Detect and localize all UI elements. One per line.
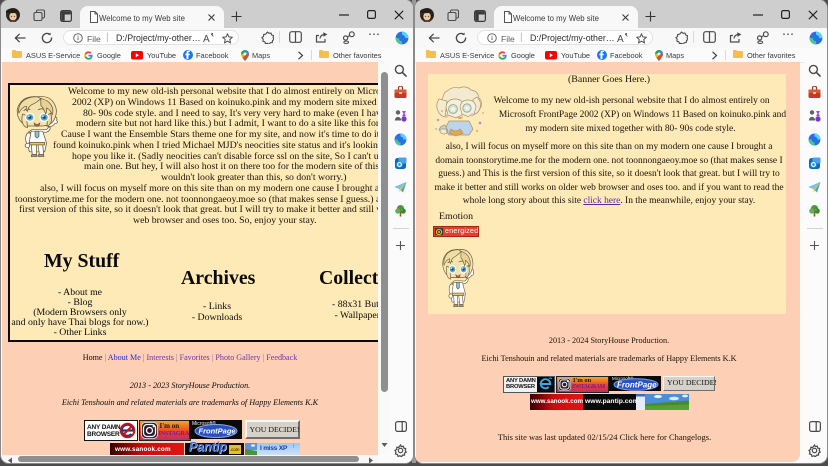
svg-text:FrontPage: FrontPage xyxy=(199,427,236,436)
svg-text:A: A xyxy=(203,34,210,43)
svg-text:A: A xyxy=(617,34,624,43)
svg-text:FrontPage: FrontPage xyxy=(617,380,657,389)
